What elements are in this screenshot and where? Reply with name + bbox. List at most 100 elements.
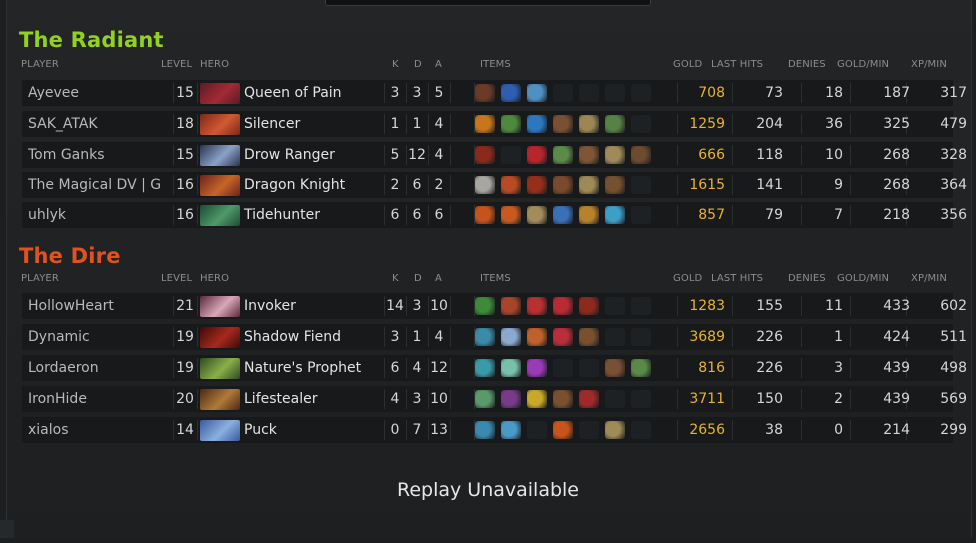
branch-icon[interactable] xyxy=(475,390,495,408)
header-k[interactable]: K xyxy=(392,272,399,286)
claw-icon[interactable] xyxy=(475,328,495,346)
axe-icon[interactable] xyxy=(475,176,495,194)
branch-icon[interactable] xyxy=(553,146,573,164)
header-items[interactable]: ITEMS xyxy=(480,58,511,72)
sphere-icon[interactable] xyxy=(527,115,547,133)
armor-icon[interactable] xyxy=(579,390,599,408)
shield-icon[interactable] xyxy=(527,390,547,408)
header-d[interactable]: D xyxy=(414,58,422,72)
scroll-icon[interactable] xyxy=(605,421,625,439)
sword-icon[interactable] xyxy=(501,176,521,194)
hero-portrait[interactable] xyxy=(200,296,240,317)
crystal-icon[interactable] xyxy=(501,328,521,346)
header-gold[interactable]: GOLD xyxy=(673,272,702,286)
axe-icon[interactable] xyxy=(527,146,547,164)
header-denies[interactable]: DENIES xyxy=(788,58,826,72)
player-row[interactable]: SAK_ATAK 18 Silencer 1 1 4 1259 204 36 325 479 xyxy=(22,111,967,137)
boots-icon[interactable] xyxy=(605,176,625,194)
header-last-hits[interactable]: LAST HITS xyxy=(711,58,763,72)
scroll-icon[interactable] xyxy=(605,146,625,164)
hero-portrait[interactable] xyxy=(200,420,240,441)
hero-name[interactable]: Tidehunter xyxy=(244,202,320,228)
header-level[interactable]: LEVEL xyxy=(161,272,192,286)
player-row[interactable]: Dynamic 19 Shadow Fiend 3 1 4 3689 226 1 424 511 xyxy=(22,324,967,350)
header-hero[interactable]: HERO xyxy=(200,272,229,286)
claw-icon[interactable] xyxy=(501,390,521,408)
hero-portrait[interactable] xyxy=(200,145,240,166)
hero-portrait[interactable] xyxy=(200,358,240,379)
hero-portrait[interactable] xyxy=(200,205,240,226)
player-row[interactable]: xialos 14 Puck 0 7 13 2656 38 0 214 299 xyxy=(22,417,967,443)
header-gold-per-min[interactable]: GOLD/MIN xyxy=(837,58,889,72)
axe-icon[interactable] xyxy=(553,328,573,346)
crystal-icon[interactable] xyxy=(605,206,625,224)
orb-icon[interactable] xyxy=(475,206,495,224)
player-row[interactable]: IronHide 20 Lifestealer 4 3 10 3711 150 2 439 569 xyxy=(22,386,967,412)
orb-icon[interactable] xyxy=(553,421,573,439)
player-name[interactable]: IronHide xyxy=(28,386,176,412)
crystal-icon[interactable] xyxy=(501,359,521,377)
header-hero[interactable]: HERO xyxy=(200,58,229,72)
player-name[interactable]: uhlyk xyxy=(28,202,176,228)
header-player[interactable]: PLAYER xyxy=(21,272,59,286)
boots-icon[interactable] xyxy=(605,359,625,377)
claw-icon[interactable] xyxy=(475,421,495,439)
orb-icon[interactable] xyxy=(475,115,495,133)
header-gold-per-min[interactable]: GOLD/MIN xyxy=(837,272,889,286)
player-name[interactable]: Dynamic xyxy=(28,324,176,350)
scroll-icon[interactable] xyxy=(579,176,599,194)
player-name[interactable]: The Magical DV | G xyxy=(28,172,176,198)
player-name[interactable]: xialos xyxy=(28,417,176,443)
claw-icon[interactable] xyxy=(501,297,521,315)
hero-name[interactable]: Drow Ranger xyxy=(244,142,335,168)
scroll-icon[interactable] xyxy=(527,206,547,224)
header-a[interactable]: A xyxy=(435,58,442,72)
orb-icon[interactable] xyxy=(527,359,547,377)
header-xp-per-min[interactable]: XP/MIN xyxy=(911,272,947,286)
player-row[interactable]: The Magical DV | G 16 Dragon Knight 2 6 2 1615… xyxy=(22,172,967,198)
boots-icon[interactable] xyxy=(553,390,573,408)
hero-portrait[interactable] xyxy=(200,175,240,196)
armor-icon[interactable] xyxy=(579,297,599,315)
hero-name[interactable]: Queen of Pain xyxy=(244,80,342,106)
header-k[interactable]: K xyxy=(392,58,399,72)
player-row[interactable]: uhlyk 16 Tidehunter 6 6 6 857 79 7 218 356 xyxy=(22,202,967,228)
header-xp-per-min[interactable]: XP/MIN xyxy=(911,58,947,72)
orb-icon[interactable] xyxy=(501,206,521,224)
hero-portrait[interactable] xyxy=(200,327,240,348)
staff-icon[interactable] xyxy=(475,297,495,315)
shield-icon[interactable] xyxy=(553,176,573,194)
hero-name[interactable]: Lifestealer xyxy=(244,386,317,412)
wand-icon[interactable] xyxy=(501,115,521,133)
hero-name[interactable]: Dragon Knight xyxy=(244,172,345,198)
claw-icon[interactable] xyxy=(579,206,599,224)
player-name[interactable]: Tom Ganks xyxy=(28,142,176,168)
player-name[interactable]: SAK_ATAK xyxy=(28,111,176,137)
hero-portrait[interactable] xyxy=(200,389,240,410)
staff-icon[interactable] xyxy=(553,206,573,224)
player-name[interactable]: HollowHeart xyxy=(28,293,176,319)
player-row[interactable]: Ayevee 15 Queen of Pain 3 3 5 708 73 18 187 317 xyxy=(22,80,967,106)
header-a[interactable]: A xyxy=(435,272,442,286)
hero-name[interactable]: Nature's Prophet xyxy=(244,355,361,381)
claw-icon[interactable] xyxy=(475,84,495,102)
header-level[interactable]: LEVEL xyxy=(161,58,192,72)
header-last-hits[interactable]: LAST HITS xyxy=(711,272,763,286)
hero-portrait[interactable] xyxy=(200,83,240,104)
header-gold[interactable]: GOLD xyxy=(673,58,702,72)
header-d[interactable]: D xyxy=(414,272,422,286)
hero-name[interactable]: Invoker xyxy=(244,293,296,319)
boots-icon[interactable] xyxy=(631,146,651,164)
hero-name[interactable]: Puck xyxy=(244,417,277,443)
crystal-icon[interactable] xyxy=(527,84,547,102)
sword-icon[interactable] xyxy=(527,297,547,315)
header-player[interactable]: PLAYER xyxy=(21,58,59,72)
header-denies[interactable]: DENIES xyxy=(788,272,826,286)
player-row[interactable]: HollowHeart 21 Invoker 14 3 10 1283 155 11 433 602 xyxy=(22,293,967,319)
hero-portrait[interactable] xyxy=(200,114,240,135)
player-name[interactable]: Lordaeron xyxy=(28,355,176,381)
branch-icon[interactable] xyxy=(605,115,625,133)
player-row[interactable]: Lordaeron 19 Nature's Prophet 6 4 12 816 226 3 43… xyxy=(22,355,967,381)
axe-icon[interactable] xyxy=(553,297,573,315)
scroll-icon[interactable] xyxy=(579,115,599,133)
